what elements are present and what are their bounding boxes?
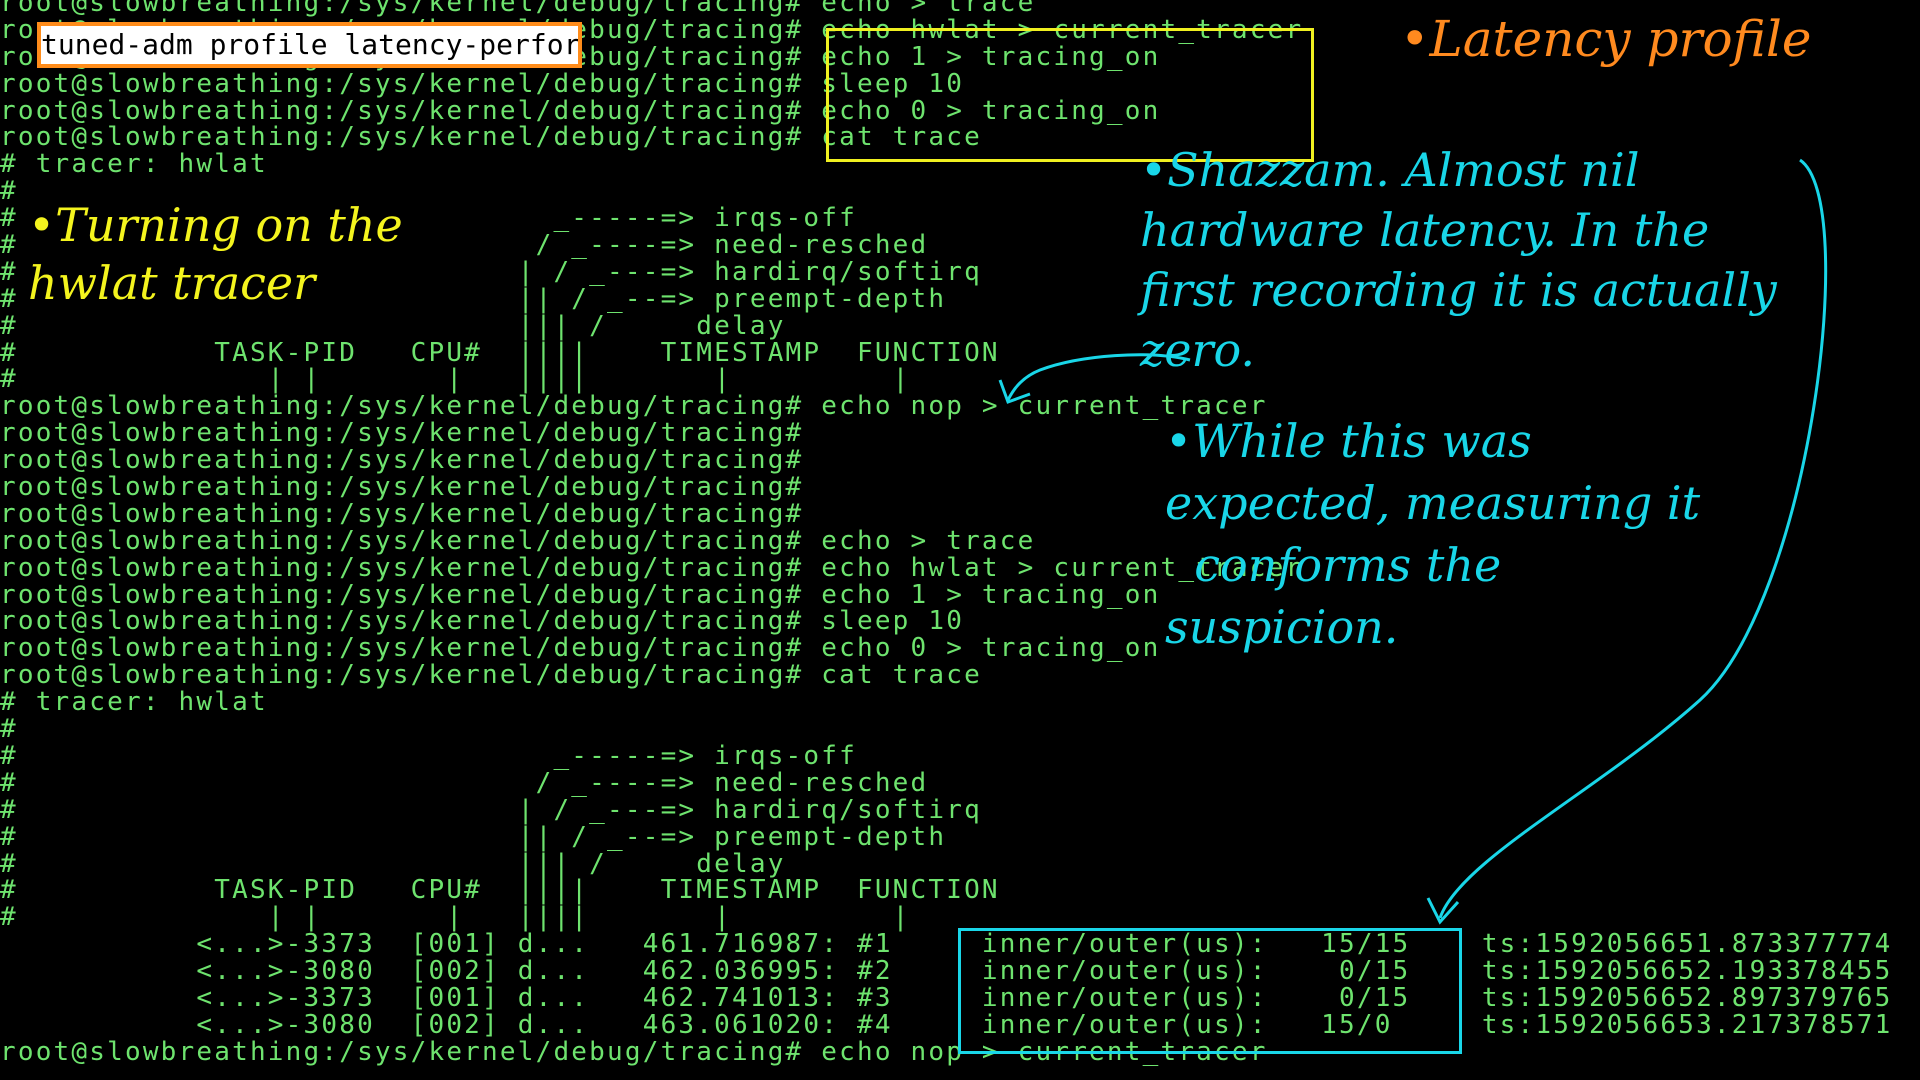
shazzam-annotation: •Shazzam. Almost nil hardware latency. I… — [1140, 143, 1777, 377]
terminal-line: # _-----=> irqs-off — [0, 740, 857, 771]
terminal-line: # / _----=> need-resched — [0, 767, 929, 798]
terminal-line: # tracer: hwlat — [0, 687, 268, 718]
terminal-screen: root@slowbreathing:/sys/kernel/debug/tra… — [0, 0, 1920, 1080]
latency-profile-annotation: •Latency profile — [1400, 10, 1812, 68]
terminal-line: root@slowbreathing:/sys/kernel/debug/tra… — [0, 1036, 1268, 1067]
terminal-line: <...>-3373 [001] d... 461.716987: #1 inn… — [0, 929, 1893, 960]
terminal-line: # || / _--=> preempt-depth — [0, 821, 947, 852]
terminal-line: # ||| / delay — [0, 848, 786, 879]
terminal-line: # | / _---=> hardirq/softirq — [0, 794, 982, 825]
hwlat-tracer-annotation: •Turning on the hwlat tracer — [28, 198, 403, 310]
terminal-line: root@slowbreathing:/sys/kernel/debug/tra… — [0, 660, 982, 691]
terminal-line: # TASK-PID CPU# |||| TIMESTAMP FUNCTION — [0, 875, 1000, 906]
tuned-adm-overlay-label: tuned-adm profile latency-performance — [37, 22, 582, 68]
expected-annotation: •While this was expected, measuring it c… — [1165, 414, 1701, 654]
terminal-line: # — [0, 714, 18, 745]
terminal-line: <...>-3373 [001] d... 462.741013: #3 inn… — [0, 982, 1893, 1013]
latency-results-highlight — [958, 928, 1462, 1054]
terminal-line: <...>-3080 [002] d... 463.061020: #4 inn… — [0, 1009, 1893, 1040]
terminal-line: <...>-3080 [002] d... 462.036995: #2 inn… — [0, 956, 1893, 987]
terminal-line: # | | | |||| | | — [0, 902, 911, 933]
